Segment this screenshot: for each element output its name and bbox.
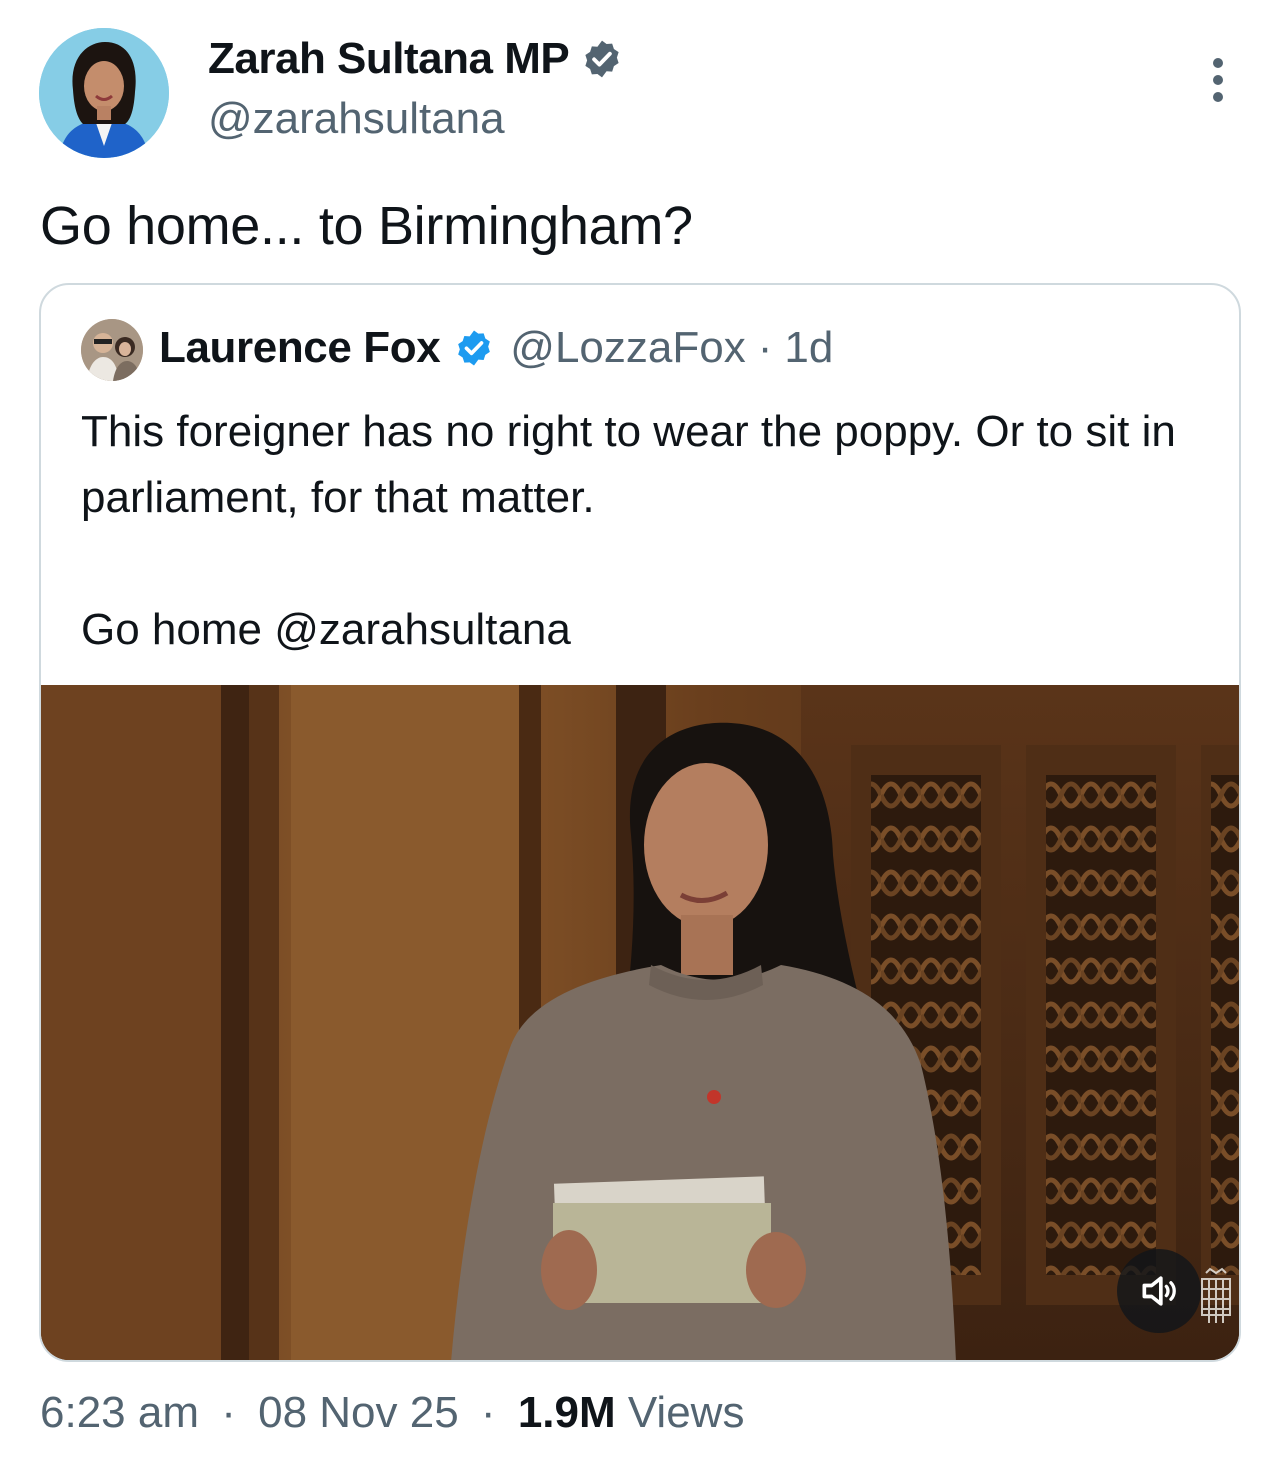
quoted-text-line: Go home @zarahsultana — [81, 605, 571, 654]
quoted-author-name[interactable]: Laurence Fox — [159, 323, 441, 373]
quoted-tweet-text: This foreigner has no right to wear the … — [81, 399, 1211, 663]
profile-photo — [81, 319, 143, 381]
profile-photo — [39, 28, 169, 158]
tweet-date[interactable]: 08 Nov 25 — [258, 1388, 459, 1437]
author-name-row[interactable]: Zarah Sultana MP — [208, 34, 623, 84]
tweet-time[interactable]: 6:23 am — [40, 1388, 199, 1437]
verified-badge-icon — [585, 40, 619, 78]
author-name[interactable]: Zarah Sultana MP — [208, 34, 570, 84]
video-frame — [41, 685, 1239, 1360]
video-thumbnail[interactable] — [41, 685, 1239, 1360]
quoted-text-line: This foreigner has no right to wear the … — [81, 407, 1176, 522]
more-options-icon[interactable] — [1208, 58, 1228, 102]
quoted-author-handle[interactable]: @LozzaFox — [510, 323, 745, 373]
separator-dot: · — [221, 1388, 236, 1437]
verified-badge-icon — [458, 330, 491, 366]
quoted-header: Laurence Fox @LozzaFox · 1d — [159, 323, 833, 373]
tweet-meta: 6:23 am · 08 Nov 25 · 1.9M Views — [40, 1388, 744, 1438]
portcullis-logo — [1201, 1267, 1231, 1323]
author-handle[interactable]: @zarahsultana — [208, 94, 505, 144]
views-label[interactable]: Views — [628, 1388, 745, 1437]
author-avatar[interactable] — [39, 28, 169, 158]
separator-dot: · — [757, 323, 773, 372]
views-count[interactable]: 1.9M — [518, 1388, 616, 1437]
quoted-timestamp[interactable]: 1d — [784, 323, 833, 373]
speaker-muted-icon — [1142, 1276, 1176, 1306]
quoted-tweet-card[interactable]: Laurence Fox @LozzaFox · 1d This foreign… — [39, 283, 1241, 1362]
separator-dot: · — [480, 1388, 496, 1437]
tweet-text: Go home... to Birmingham? — [40, 196, 693, 256]
quoted-author-avatar[interactable] — [81, 319, 143, 381]
mute-button[interactable] — [1117, 1249, 1201, 1333]
